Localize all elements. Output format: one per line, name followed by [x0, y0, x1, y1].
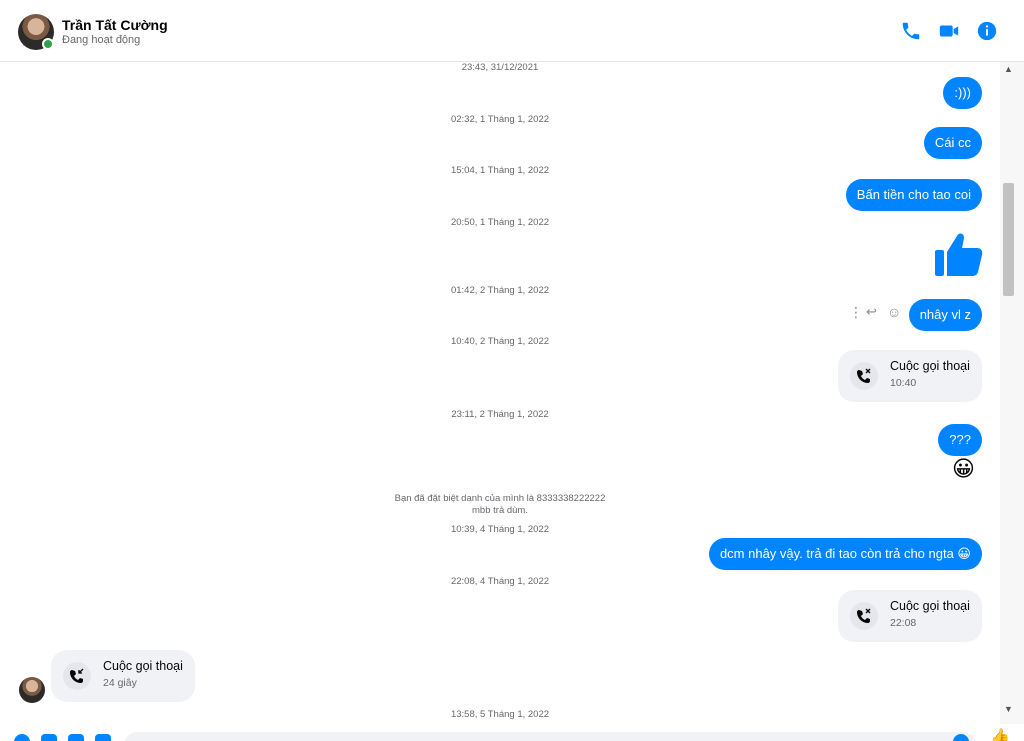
phone-icon[interactable]: [900, 20, 922, 42]
outgoing-message[interactable]: Bấn tiền cho tao coi: [845, 179, 982, 211]
nickname-note-line1: Bạn đã đặt biệt danh của mình là 8333338…: [394, 493, 606, 504]
timestamp: 15:04, 1 Tháng 1, 2022: [450, 165, 550, 176]
contact-status: Đang hoạt động: [62, 34, 141, 46]
timestamp: 02:32, 1 Tháng 1, 2022: [450, 114, 550, 125]
scrollbar-thumb[interactable]: [1003, 183, 1014, 296]
scroll-up-arrow-icon[interactable]: ▲: [1004, 64, 1013, 74]
outgoing-message[interactable]: nhây vl z: [908, 299, 982, 331]
contact-avatar-small[interactable]: [19, 677, 45, 703]
timestamp: 23:11, 2 Tháng 1, 2022: [451, 409, 549, 420]
call-card[interactable]: Cuộc gọi thoại 22:08: [838, 590, 982, 642]
more-actions-icon[interactable]: [14, 734, 30, 741]
scrollbar[interactable]: [1000, 62, 1024, 724]
call-time: 22:08: [890, 617, 917, 629]
scroll-down-arrow-icon[interactable]: ▼: [1004, 704, 1013, 714]
image-upload-icon[interactable]: [41, 734, 57, 741]
timestamp: 10:40, 2 Tháng 1, 2022: [450, 336, 550, 347]
message-list[interactable]: 23:43, 31/12/2021 :))) 02:32, 1 Tháng 1,…: [0, 62, 1000, 724]
outgoing-message[interactable]: :))): [943, 77, 982, 109]
call-time: 10:40: [890, 377, 917, 389]
timestamp: 20:50, 1 Tháng 1, 2022: [450, 217, 550, 228]
missed-call-icon: [850, 602, 878, 630]
call-duration: 24 giây: [103, 677, 137, 689]
incoming-call-card[interactable]: Cuộc gọi thoại 24 giây: [51, 650, 195, 702]
react-emoji-icon[interactable]: ☺: [887, 304, 901, 320]
call-title: Cuộc gọi thoại: [890, 599, 970, 613]
contact-name[interactable]: Trần Tất Cường: [62, 17, 168, 33]
missed-call-icon: [850, 362, 878, 390]
call-title: Cuộc gọi thoại: [890, 359, 970, 373]
gif-icon[interactable]: [95, 734, 111, 741]
info-icon[interactable]: [976, 20, 998, 42]
sticker-icon[interactable]: [68, 734, 84, 741]
timestamp: 13:58, 5 Tháng 1, 2022: [450, 709, 550, 720]
online-status-dot: [42, 38, 54, 50]
timestamp: 10:39, 4 Tháng 1, 2022: [450, 524, 550, 535]
call-card[interactable]: Cuộc gọi thoại 10:40: [838, 350, 982, 402]
timestamp: 22:08, 4 Tháng 1, 2022: [450, 576, 550, 587]
timestamp: 23:43, 31/12/2021: [461, 62, 539, 73]
outgoing-message[interactable]: Cái cc: [923, 127, 982, 159]
nickname-note-line2: mbb trả dùm.: [472, 505, 528, 516]
conversation-header: Trần Tất Cường Đang hoạt động: [0, 0, 1024, 62]
thumbs-up-icon[interactable]: [933, 230, 983, 278]
reply-icon[interactable]: ↩: [866, 304, 877, 320]
message-input[interactable]: [124, 732, 976, 741]
message-composer: 👍: [0, 724, 1024, 741]
send-like-icon[interactable]: 👍: [990, 730, 1010, 741]
incoming-call-icon: [63, 662, 91, 690]
outgoing-message[interactable]: dcm nhây vậy. trả đi tao còn trả cho ngt…: [708, 538, 982, 570]
call-title: Cuộc gọi thoại: [103, 659, 183, 673]
smiley-emoji[interactable]: 😀: [952, 456, 975, 482]
nickname-note: Bạn đã đặt biệt danh của mình là 8333338…: [0, 493, 1000, 517]
outgoing-message[interactable]: ???: [938, 424, 982, 456]
more-options-icon[interactable]: ⋮: [849, 304, 863, 321]
timestamp: 01:42, 2 Tháng 1, 2022: [450, 285, 550, 296]
video-camera-icon[interactable]: [938, 20, 960, 42]
